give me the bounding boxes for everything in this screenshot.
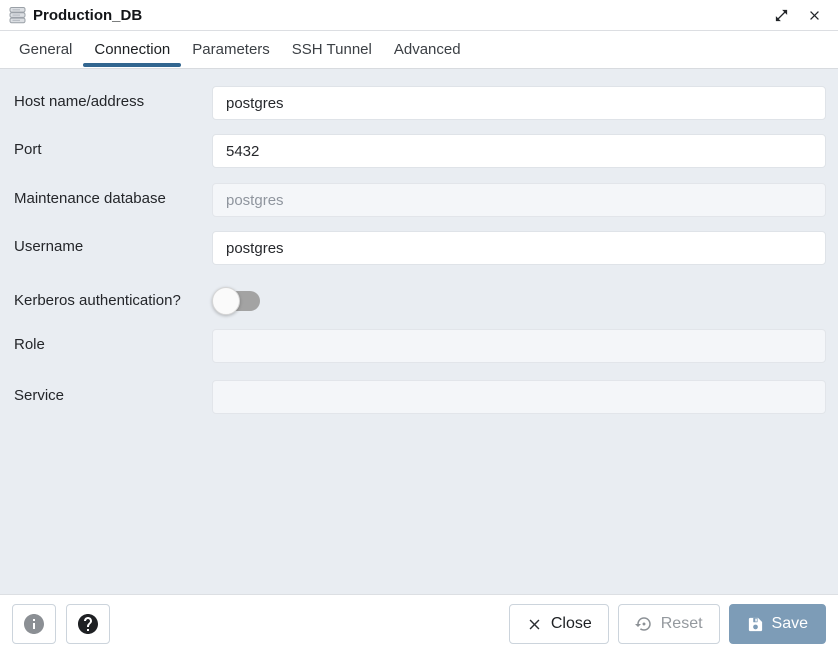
form-row-kerberos: Kerberos authentication? (14, 285, 826, 315)
close-icon[interactable] (805, 6, 824, 25)
close-button[interactable]: Close (509, 604, 609, 644)
reset-button[interactable]: Reset (618, 604, 720, 644)
service-input[interactable] (212, 380, 826, 414)
form-row-port: Port (14, 134, 826, 168)
question-icon (76, 612, 100, 636)
dialog-title: Production_DB (33, 7, 142, 24)
form-row-service: Service (14, 380, 826, 414)
reset-button-label: Reset (661, 615, 703, 633)
server-icon (8, 5, 28, 25)
username-input[interactable] (212, 231, 826, 265)
form-row-role: Role (14, 329, 826, 363)
username-label: Username (14, 231, 212, 256)
server-properties-dialog: Production_DB General Connection Paramet… (0, 0, 838, 653)
close-x-icon (526, 616, 543, 633)
tab-connection[interactable]: Connection (83, 31, 181, 68)
host-label: Host name/address (14, 86, 212, 111)
tab-parameters[interactable]: Parameters (181, 31, 281, 68)
connection-form: Host name/address Port Maintenance datab… (0, 69, 838, 594)
form-row-username: Username (14, 231, 826, 265)
role-label: Role (14, 329, 212, 354)
kerberos-toggle[interactable] (212, 287, 260, 315)
tab-ssh-tunnel[interactable]: SSH Tunnel (281, 31, 383, 68)
port-input[interactable] (212, 134, 826, 168)
service-label: Service (14, 380, 212, 405)
help-button[interactable] (66, 604, 110, 644)
toggle-knob (212, 287, 240, 315)
kerberos-label: Kerberos authentication? (14, 285, 212, 310)
save-button-label: Save (772, 615, 808, 633)
maximize-icon[interactable] (772, 6, 791, 25)
tab-advanced[interactable]: Advanced (383, 31, 472, 68)
dialog-tabs: General Connection Parameters SSH Tunnel… (0, 31, 838, 69)
sql-info-button[interactable] (12, 604, 56, 644)
reset-icon (635, 615, 653, 633)
save-button[interactable]: Save (729, 604, 826, 644)
form-row-host: Host name/address (14, 86, 826, 120)
maintenance-db-label: Maintenance database (14, 183, 212, 208)
dialog-footer: Close Reset Save (0, 594, 838, 653)
dialog-titlebar: Production_DB (0, 0, 838, 31)
maintenance-db-input[interactable] (212, 183, 826, 217)
role-input[interactable] (212, 329, 826, 363)
port-label: Port (14, 134, 212, 159)
save-icon (747, 616, 764, 633)
form-row-maintenance-db: Maintenance database (14, 183, 826, 217)
info-icon (22, 612, 46, 636)
close-button-label: Close (551, 615, 592, 633)
tab-general[interactable]: General (8, 31, 83, 68)
host-input[interactable] (212, 86, 826, 120)
